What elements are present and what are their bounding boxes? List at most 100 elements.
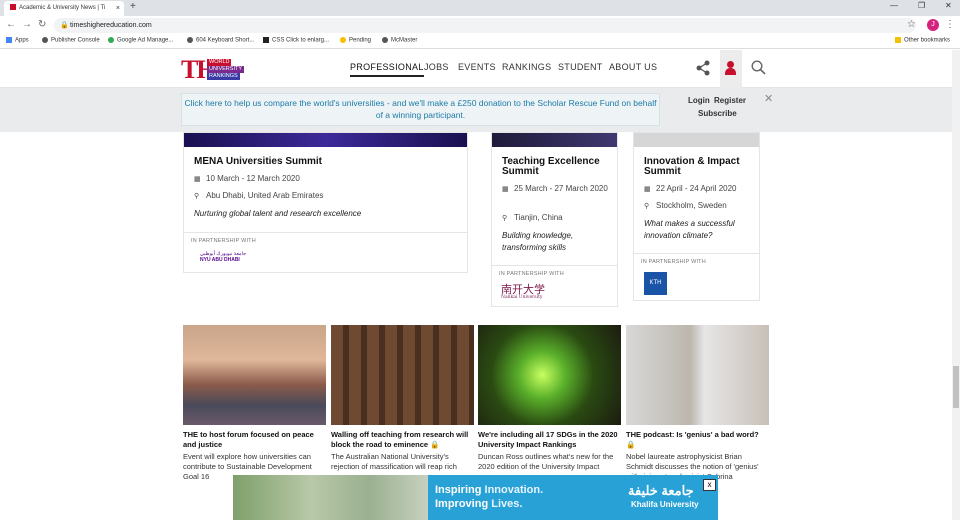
url-text: timeshighereducation.com <box>70 22 152 29</box>
calendar-icon: ▦ <box>502 186 509 193</box>
calendar-icon: ▦ <box>194 176 201 183</box>
event-card[interactable]: Teaching Excellence Summit ▦ 25 March - 2… <box>491 132 618 307</box>
event-date: ▦ 22 April - 24 April 2020 <box>644 183 737 196</box>
advertisement[interactable]: Inspiring Innovation. Improving Lives. ج… <box>233 475 718 520</box>
bookmark-star-icon[interactable]: ☆ <box>907 19 916 30</box>
browser-tab[interactable]: Academic & University News | Ti × <box>4 1 124 16</box>
event-tagline: Nurturing global talent and research exc… <box>194 209 362 218</box>
logo-line: UNIVERSITY <box>207 66 245 73</box>
site-header: THE WORLD UNIVERSITY RANKINGS PROFESSION… <box>0 50 960 88</box>
tab-title: Academic & University News | Ti <box>19 5 106 11</box>
article-image[interactable] <box>183 325 326 425</box>
partner-section: IN PARTNERSHIP WITH 南开大学 Nankai Universit… <box>492 265 617 308</box>
event-image <box>184 133 467 147</box>
site-favicon-icon <box>10 4 16 11</box>
forward-icon[interactable]: → <box>22 19 32 30</box>
event-title[interactable]: Teaching Excellence Summit <box>502 157 612 177</box>
share-icon[interactable] <box>696 60 710 76</box>
bookmark-item[interactable]: CSS Click to enlarg... <box>263 37 329 44</box>
subscribe-link[interactable]: Subscribe <box>698 109 737 118</box>
maximize-icon[interactable]: ❐ <box>918 1 925 10</box>
event-image <box>634 133 759 147</box>
calendar-icon: ▦ <box>644 186 651 193</box>
ad-photo <box>233 475 428 520</box>
bookmark-item[interactable]: 604 Keyboard Short... <box>187 37 254 44</box>
logo-line: WORLD <box>207 59 232 66</box>
browser-tab-bar: Academic & University News | Ti × + — ❐ … <box>0 0 960 16</box>
nav-jobs[interactable]: JOBS <box>424 62 449 72</box>
event-location: ⚲ Abu Dhabi, United Arab Emirates <box>194 190 323 203</box>
bookmark-item[interactable]: McMaster <box>382 37 417 44</box>
other-bookmarks[interactable]: Other bookmarks <box>895 37 950 44</box>
survey-link[interactable]: Click here to help us compare the world'… <box>181 93 660 126</box>
new-tab-icon[interactable]: + <box>130 1 136 12</box>
nav-student[interactable]: STUDENT <box>558 62 603 72</box>
partner-section: IN PARTNERSHIP WITH KTH <box>634 253 759 302</box>
event-date: ▦ 25 March - 27 March 2020 <box>502 183 614 196</box>
scrollbar-thumb[interactable] <box>953 366 959 408</box>
minimize-icon[interactable]: — <box>890 1 898 10</box>
banner-close-icon[interactable]: ✕ <box>764 92 773 105</box>
article-title[interactable]: THE podcast: Is 'genius' a bad word? 🔒 <box>626 430 769 450</box>
bookmarks-bar: Apps Publisher Console Google Ad Manage.… <box>0 35 960 49</box>
search-icon[interactable] <box>751 60 766 75</box>
partner-label: IN PARTNERSHIP WITH <box>641 259 706 265</box>
event-location: ⚲ Stockholm, Sweden <box>644 200 727 213</box>
menu-icon[interactable]: ⋮ <box>945 19 955 30</box>
tab-close-icon[interactable]: × <box>116 1 120 16</box>
site-logo[interactable]: THE WORLD UNIVERSITY RANKINGS <box>181 57 257 84</box>
location-pin-icon: ⚲ <box>644 203 650 210</box>
location-pin-icon: ⚲ <box>194 193 200 200</box>
article-title[interactable]: Walling off teaching from research will … <box>331 430 474 450</box>
close-window-icon[interactable]: ✕ <box>945 1 952 10</box>
article-summary: The Australian National University's rej… <box>331 452 457 471</box>
user-account-icon[interactable] <box>720 50 742 88</box>
nav-about-us[interactable]: ABOUT US <box>609 62 657 72</box>
register-link[interactable]: Register <box>714 96 746 105</box>
event-location: ⚲ Tianjin, China <box>502 212 563 225</box>
article-image[interactable] <box>626 325 769 425</box>
lock-icon: 🔒 <box>60 22 69 29</box>
nankai-logo: 南开大学 Nankai University <box>501 283 545 300</box>
bookmark-item[interactable]: Google Ad Manage... <box>108 37 173 44</box>
kth-logo: KTH <box>644 272 667 295</box>
event-image <box>492 133 617 147</box>
promo-banner: Click here to help us compare the world'… <box>0 88 960 132</box>
login-link[interactable]: Login <box>688 96 710 105</box>
ad-line-2: Improving Lives. <box>435 498 523 510</box>
event-card[interactable]: Innovation & Impact Summit ▦ 22 April - 2… <box>633 132 760 301</box>
bookmark-item[interactable]: Publisher Console <box>42 37 100 44</box>
ad-arabic-name: جامعة خليفة <box>628 483 694 498</box>
partner-label: IN PARTNERSHIP WITH <box>499 271 564 277</box>
back-icon[interactable]: ← <box>6 19 16 30</box>
nav-professional[interactable]: PROFESSIONAL <box>350 62 424 77</box>
event-title[interactable]: Innovation & Impact Summit <box>644 157 754 177</box>
page-scrollbar[interactable] <box>952 50 960 520</box>
nyu-logo: جامعة نيويورك أبوظبي NYU ABU DHABI <box>200 251 247 263</box>
logo-line: RANKINGS <box>207 73 240 80</box>
ad-line-1: Inspiring Innovation. <box>435 484 544 496</box>
address-bar: ← → ↻ 🔒 timeshighereducation.com ☆ J ⋮ <box>0 16 960 35</box>
article-image[interactable] <box>478 325 621 425</box>
partner-section: IN PARTNERSHIP WITH جامعة نيويورك أبوظبي… <box>184 232 467 274</box>
url-input[interactable]: 🔒 timeshighereducation.com <box>54 18 916 33</box>
partner-label: IN PARTNERSHIP WITH <box>191 238 256 244</box>
event-tagline: What makes a successful innovation clima… <box>644 219 735 240</box>
bookmark-apps[interactable]: Apps <box>6 37 29 44</box>
article-title[interactable]: We're including all 17 SDGs in the 2020 … <box>478 430 621 450</box>
event-date: ▦ 10 March - 12 March 2020 <box>194 173 300 186</box>
article-summary: Duncan Ross outlines what's new for the … <box>478 452 614 471</box>
location-pin-icon: ⚲ <box>502 215 508 222</box>
reload-icon[interactable]: ↻ <box>38 19 46 30</box>
event-title[interactable]: MENA Universities Summit <box>194 157 322 167</box>
nav-events[interactable]: EVENTS <box>458 62 496 72</box>
bookmark-item[interactable]: Pending <box>340 37 371 44</box>
ad-close-button[interactable]: x <box>703 479 716 491</box>
profile-avatar[interactable]: J <box>927 19 939 31</box>
event-tagline: Building knowledge, transforming skills <box>502 231 574 252</box>
event-card[interactable]: MENA Universities Summit ▦ 10 March - 12 … <box>183 132 468 273</box>
article-image[interactable] <box>331 325 474 425</box>
nav-rankings[interactable]: RANKINGS <box>502 62 551 72</box>
article-title[interactable]: THE to host forum focused on peace and j… <box>183 430 326 450</box>
ad-brand: Khalifa University <box>631 500 699 509</box>
